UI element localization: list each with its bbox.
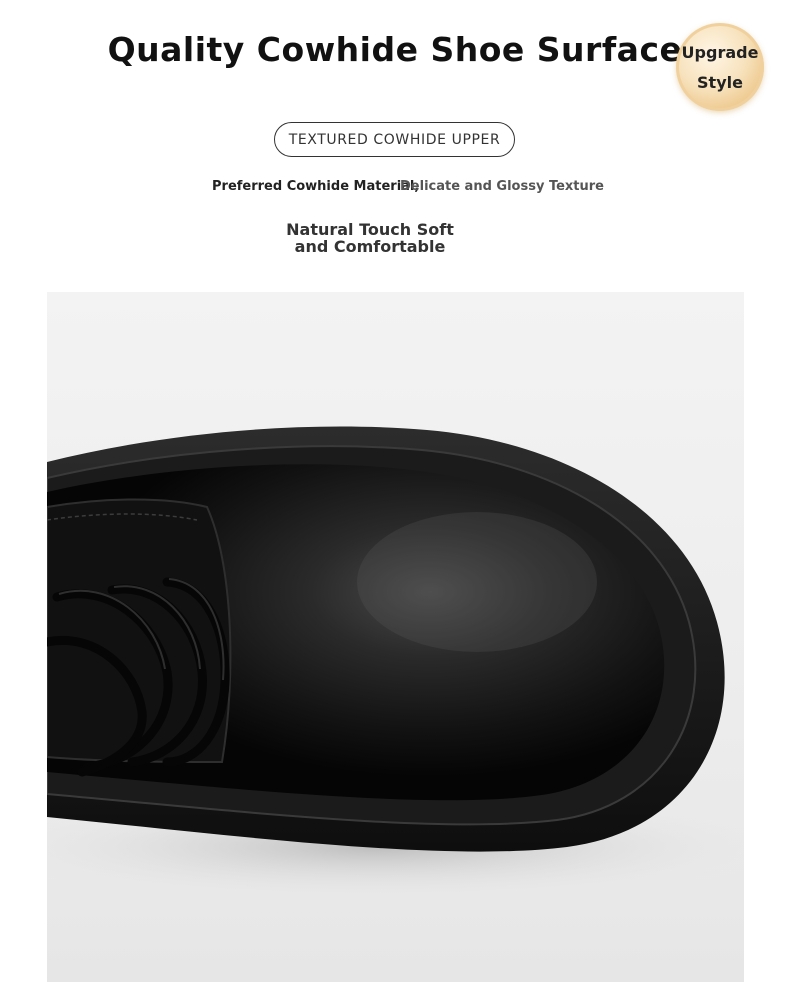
badge-line-2: Style xyxy=(697,73,743,92)
shoe-illustration xyxy=(47,426,744,902)
comfort-line-1: Natural Touch Soft xyxy=(286,220,454,239)
subline-left: Preferred Cowhide Material, xyxy=(212,179,420,194)
product-detail-page: Quality Cowhide Shoe Surface Upgrade Sty… xyxy=(0,0,790,1006)
subline-right: Delicate and Glossy Texture xyxy=(400,179,604,194)
badge-line-1: Upgrade xyxy=(681,43,759,62)
page-title: Quality Cowhide Shoe Surface xyxy=(107,30,683,69)
shoe-photo xyxy=(47,292,744,982)
upgrade-style-badge: Upgrade Style xyxy=(676,23,764,111)
feature-pill-label: TEXTURED COWHIDE UPPER xyxy=(274,122,515,157)
toe-highlight xyxy=(357,512,597,652)
feature-subline: Preferred Cowhide Material, Delicate and… xyxy=(212,179,604,194)
comfort-line-2: and Comfortable xyxy=(294,237,446,256)
comfort-caption: Natural Touch Soft and Comfortable xyxy=(270,221,470,255)
